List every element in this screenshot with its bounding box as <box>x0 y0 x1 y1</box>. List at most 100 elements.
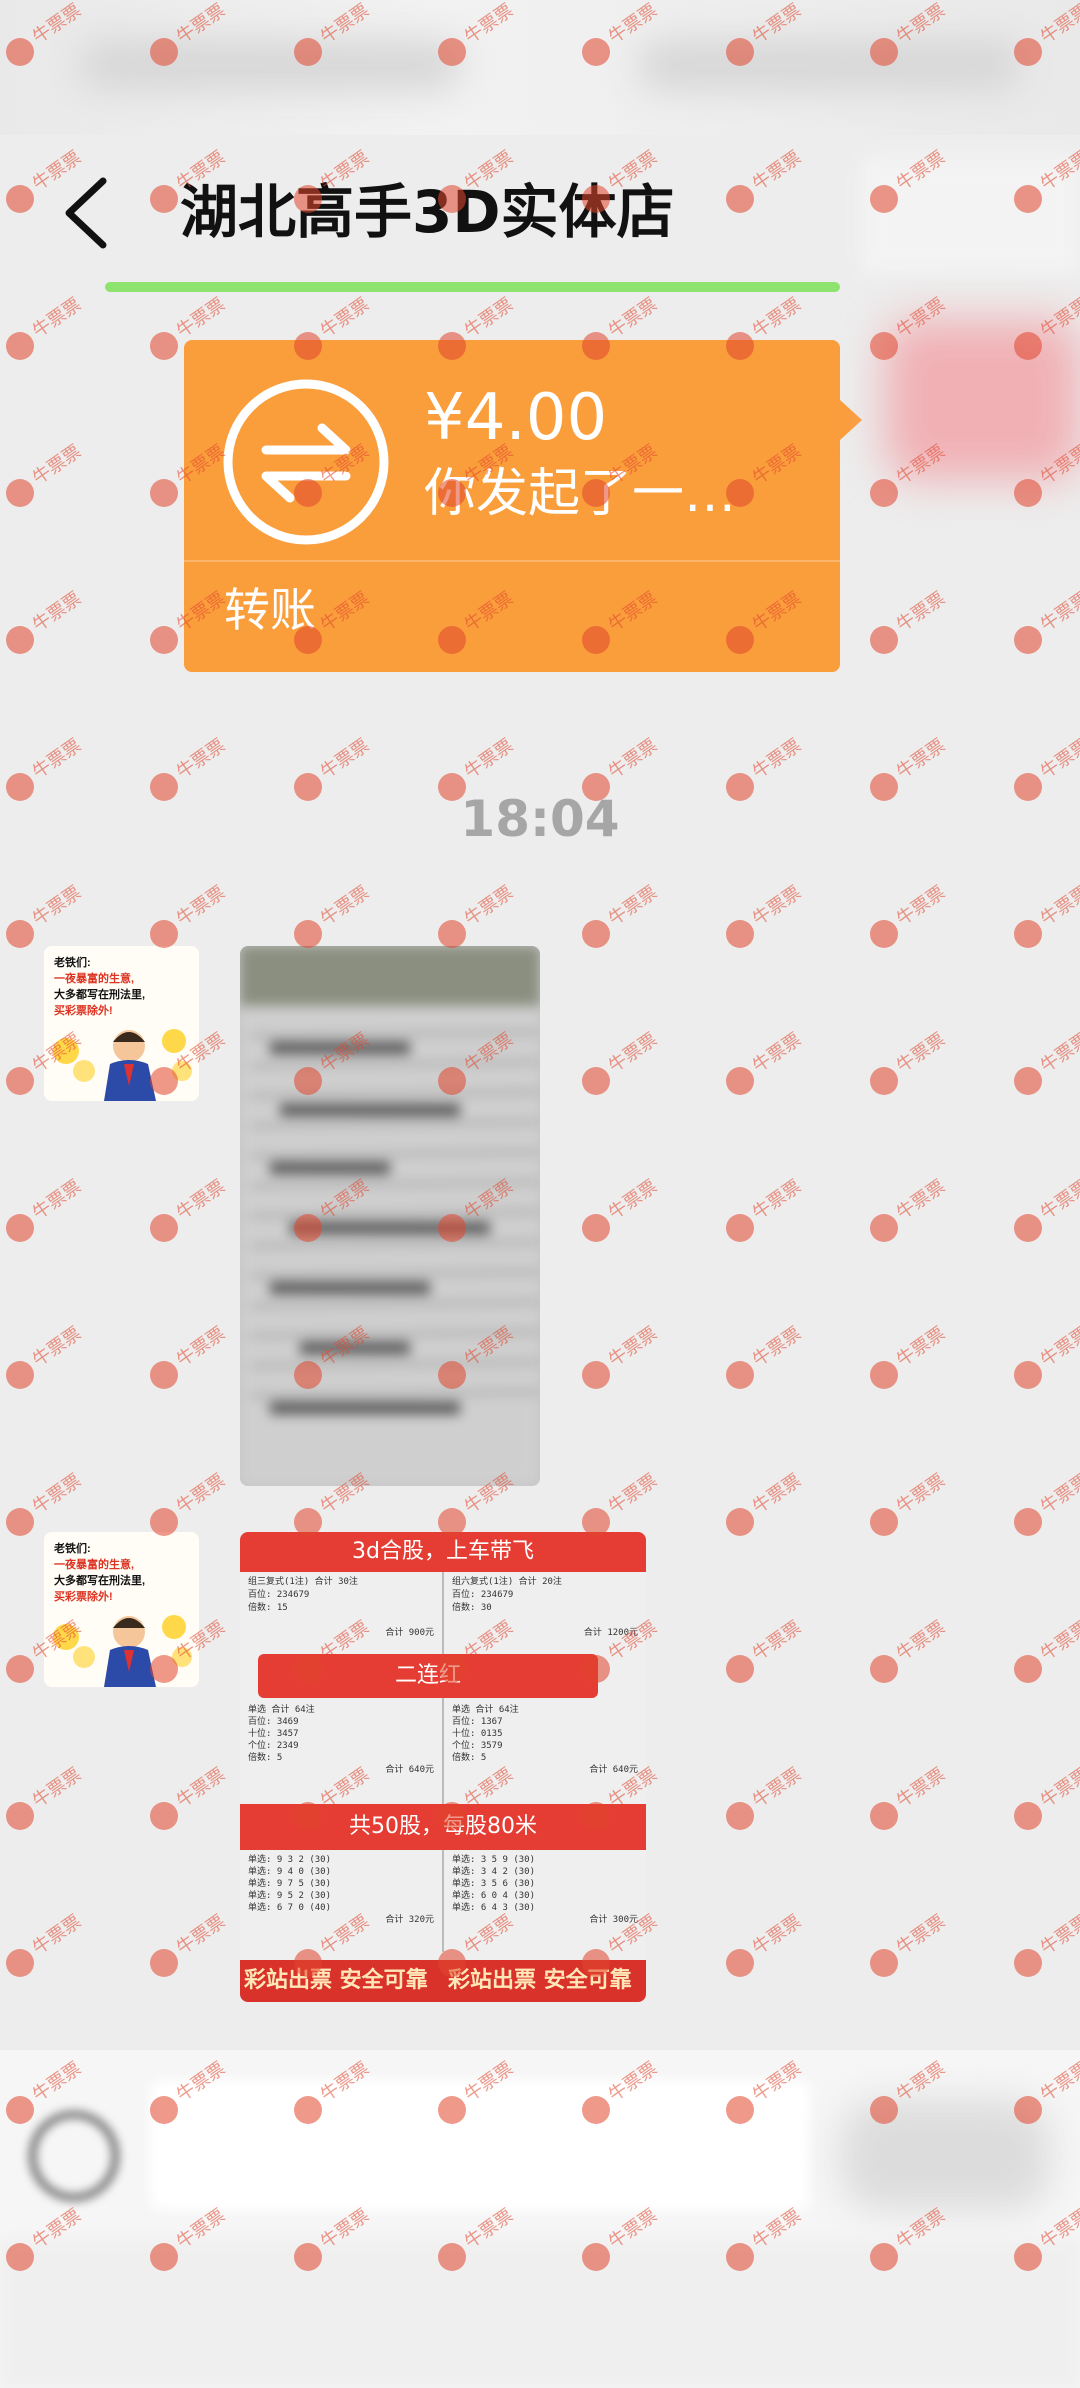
svg-text:牛票票: 牛票票 <box>1037 1323 1080 1371</box>
watermark-mark: 牛票票 <box>870 588 949 654</box>
svg-text:牛票票: 牛票票 <box>749 294 805 342</box>
svg-text:牛票票: 牛票票 <box>893 882 949 930</box>
lottery-image-message[interactable]: 3d合股，上车带飞 组三复式(1注) 合计 30注 百位: 234679 倍数:… <box>240 1532 646 2002</box>
svg-text:牛票票: 牛票票 <box>29 441 85 489</box>
svg-text:牛票票: 牛票票 <box>1037 735 1080 783</box>
svg-text:牛票票: 牛票票 <box>749 1029 805 1077</box>
svg-text:牛票票: 牛票票 <box>461 735 517 783</box>
avatar-text-1: 老铁们: <box>53 1541 91 1555</box>
svg-text:牛票票: 牛票票 <box>317 882 373 930</box>
svg-text:牛票票: 牛票票 <box>749 735 805 783</box>
watermark-mark: 牛票票 <box>6 882 85 948</box>
svg-text:牛票票: 牛票票 <box>317 294 373 342</box>
watermark-mark: 牛票票 <box>150 1176 229 1242</box>
svg-text:牛票票: 牛票票 <box>29 882 85 930</box>
transfer-arrows-icon <box>222 378 390 546</box>
watermark-mark: 牛票票 <box>6 1176 85 1242</box>
watermark-mark: 牛票票 <box>1014 1176 1080 1242</box>
svg-text:牛票票: 牛票票 <box>1037 1911 1080 1959</box>
svg-text:牛票票: 牛票票 <box>749 1470 805 1518</box>
watermark-mark: 牛票票 <box>1014 1029 1080 1095</box>
watermark-mark: 牛票票 <box>1014 1911 1080 1977</box>
lottery-banner-top: 3d合股，上车带飞 <box>240 1532 646 1572</box>
watermark-mark: 牛票票 <box>726 1764 805 1830</box>
lottery-footer-right: 彩站出票 安全可靠 <box>448 1968 632 1993</box>
svg-text:牛票票: 牛票票 <box>461 882 517 930</box>
watermark-mark: 牛票票 <box>150 1911 229 1977</box>
watermark-mark: 牛票票 <box>1014 1617 1080 1683</box>
back-chevron-icon[interactable] <box>55 163 125 263</box>
status-bar <box>0 0 1080 135</box>
svg-text:牛票票: 牛票票 <box>893 1176 949 1224</box>
watermark-mark: 牛票票 <box>582 1176 661 1242</box>
svg-text:牛票票: 牛票票 <box>605 1470 661 1518</box>
svg-text:牛票票: 牛票票 <box>1037 1029 1080 1077</box>
input-actions-blurred[interactable] <box>840 2100 1050 2210</box>
watermark-mark: 牛票票 <box>870 1029 949 1095</box>
watermark-mark: 牛票票 <box>6 1764 85 1830</box>
svg-text:牛票票: 牛票票 <box>893 1617 949 1665</box>
avatar-text-2: 一夜暴富的生意, <box>54 1557 134 1571</box>
svg-text:牛票票: 牛票票 <box>605 1176 661 1224</box>
svg-text:牛票票: 牛票票 <box>893 735 949 783</box>
svg-text:牛票票: 牛票票 <box>893 1911 949 1959</box>
svg-text:牛票票: 牛票票 <box>605 294 661 342</box>
status-bar-left-blur <box>80 40 460 90</box>
svg-text:牛票票: 牛票票 <box>749 1617 805 1665</box>
chat-input-bar <box>0 2050 1080 2388</box>
watermark-mark: 牛票票 <box>870 1323 949 1389</box>
transfer-message-bubble[interactable]: ¥4.00 你发起了一… 转账 <box>184 340 862 672</box>
message-input[interactable] <box>150 2080 810 2210</box>
svg-text:牛票票: 牛票票 <box>317 735 373 783</box>
transfer-description: 你发起了一… <box>424 464 737 524</box>
ticket-right-bottom: 单选: 3 5 9 (30) 单选: 3 4 2 (30) 单选: 3 5 6 … <box>452 1855 638 1925</box>
chat-header: 湖北高手3D实体店 <box>0 135 1080 290</box>
svg-text:牛票票: 牛票票 <box>29 1764 85 1812</box>
watermark-mark: 牛票票 <box>726 1617 805 1683</box>
svg-text:牛票票: 牛票票 <box>1037 1470 1080 1518</box>
chat-title: 湖北高手3D实体店 <box>180 178 675 246</box>
svg-text:牛票票: 牛票票 <box>29 735 85 783</box>
transfer-label: 转账 <box>224 583 316 637</box>
bottom-area-blurred <box>0 2240 1080 2388</box>
header-right-blur <box>860 155 1080 275</box>
watermark-mark: 牛票票 <box>1014 882 1080 948</box>
watermark-mark: 牛票票 <box>870 1470 949 1536</box>
blurred-photo-message[interactable] <box>240 946 540 1486</box>
lottery-pill-label: 二连红 <box>258 1654 598 1698</box>
watermark-mark: 牛票票 <box>438 882 517 948</box>
svg-text:牛票票: 牛票票 <box>893 588 949 636</box>
svg-text:牛票票: 牛票票 <box>749 1323 805 1371</box>
avatar-text-4: 买彩票除外! <box>54 1003 113 1017</box>
sender-avatar[interactable]: 老铁们: 一夜暴富的生意, 大多都写在刑法里, 买彩票除外! <box>44 946 199 1101</box>
svg-text:牛票票: 牛票票 <box>29 1176 85 1224</box>
svg-text:牛票票: 牛票票 <box>29 1323 85 1371</box>
watermark-mark: 牛票票 <box>726 1323 805 1389</box>
svg-text:牛票票: 牛票票 <box>1037 588 1080 636</box>
lottery-banner-mid: 共50股，每股80米 <box>240 1804 646 1850</box>
voice-input-icon[interactable] <box>30 2112 118 2200</box>
watermark-mark: 牛票票 <box>294 882 373 948</box>
watermark-mark: 牛票票 <box>870 1911 949 1977</box>
ticket-divider <box>442 1572 444 1952</box>
watermark-mark: 牛票票 <box>582 1323 661 1389</box>
watermark-mark: 牛票票 <box>6 1323 85 1389</box>
svg-text:牛票票: 牛票票 <box>605 735 661 783</box>
watermark-mark: 牛票票 <box>150 1764 229 1830</box>
svg-text:牛票票: 牛票票 <box>173 1764 229 1812</box>
svg-text:牛票票: 牛票票 <box>605 1029 661 1077</box>
svg-text:牛票票: 牛票票 <box>173 294 229 342</box>
svg-text:牛票票: 牛票票 <box>173 1911 229 1959</box>
watermark-mark: 牛票票 <box>582 1470 661 1536</box>
svg-text:牛票票: 牛票票 <box>605 1323 661 1371</box>
sender-avatar[interactable]: 老铁们: 一夜暴富的生意, 大多都写在刑法里, 买彩票除外! <box>44 1532 199 1687</box>
svg-text:牛票票: 牛票票 <box>893 1470 949 1518</box>
svg-text:牛票票: 牛票票 <box>749 1911 805 1959</box>
watermark-mark: 牛票票 <box>1014 1764 1080 1830</box>
watermark-mark: 牛票票 <box>726 1470 805 1536</box>
svg-text:牛票票: 牛票票 <box>749 1764 805 1812</box>
watermark-mark: 牛票票 <box>1014 1470 1080 1536</box>
watermark-mark: 牛票票 <box>582 882 661 948</box>
watermark-mark: 牛票票 <box>6 1470 85 1536</box>
self-avatar-blurred[interactable] <box>885 320 1080 480</box>
